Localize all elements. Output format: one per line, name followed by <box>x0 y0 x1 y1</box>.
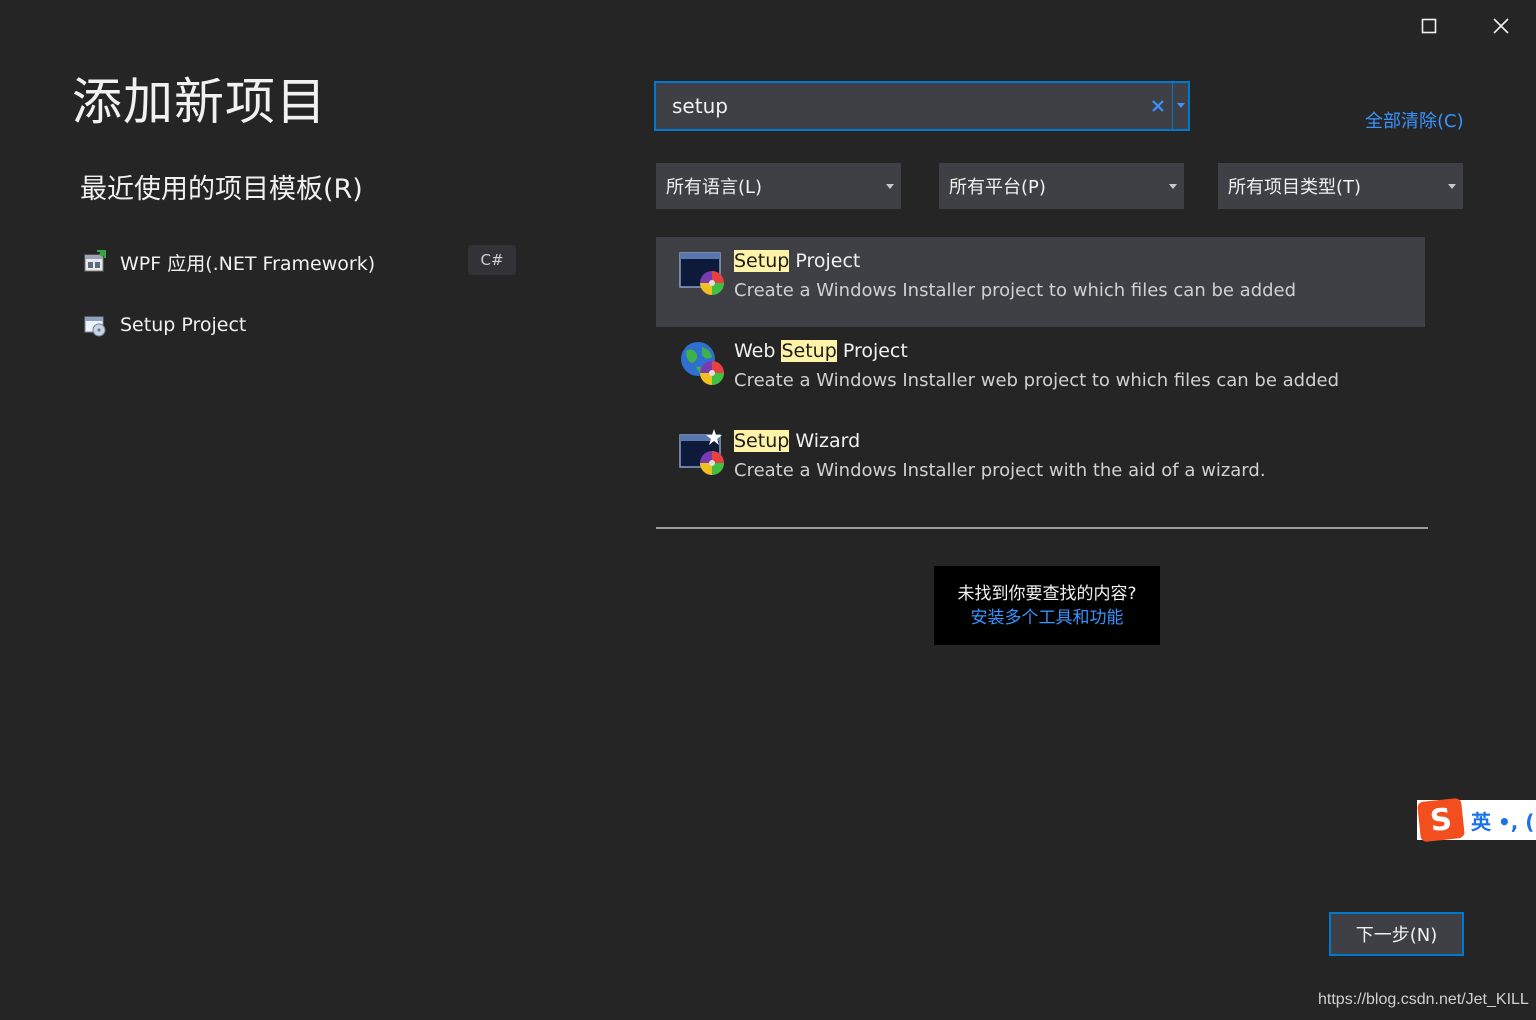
maximize-icon <box>1421 18 1437 34</box>
web-setup-project-icon <box>672 337 732 397</box>
results-divider <box>656 527 1428 529</box>
platform-filter-label: 所有平台(P) <box>949 177 1046 198</box>
template-result-setup-wizard[interactable]: Setup Wizard Create a Windows Installer … <box>656 417 1425 507</box>
template-result-web-setup-project[interactable]: Web Setup Project Create a Windows Insta… <box>656 327 1425 417</box>
search-clear-button[interactable] <box>1144 83 1172 129</box>
result-description: Create a Windows Installer project with … <box>734 460 1266 481</box>
result-name-prefix: Web <box>734 340 782 362</box>
install-tools-link[interactable]: 安装多个工具和功能 <box>971 606 1124 630</box>
result-name: Web Setup Project <box>734 337 1339 365</box>
setup-project-icon <box>672 247 732 307</box>
not-found-text: 未找到你要查找的内容? <box>957 583 1137 604</box>
recent-item-label: WPF 应用(.NET Framework) <box>120 252 376 275</box>
recent-item-setup-project[interactable]: Setup Project <box>80 307 520 343</box>
template-result-setup-project[interactable]: Setup Project Create a Windows Installer… <box>656 237 1425 327</box>
page-title: 添加新项目 <box>72 73 327 131</box>
sogou-logo-icon: S <box>1417 797 1465 843</box>
platform-filter[interactable]: 所有平台(P) <box>939 163 1184 209</box>
recent-templates-header: 最近使用的项目模板(R) <box>80 174 363 205</box>
chevron-down-icon <box>1162 183 1184 189</box>
language-badge: C# <box>468 245 516 275</box>
project-type-filter[interactable]: 所有项目类型(T) <box>1218 163 1463 209</box>
result-name-suffix: Wizard <box>789 430 861 452</box>
result-name: Setup Project <box>734 247 1296 275</box>
recent-item-wpf-app[interactable]: WPF 应用(.NET Framework) C# <box>80 244 520 280</box>
result-description: Create a Windows Installer web project t… <box>734 370 1339 391</box>
close-icon <box>1493 18 1509 34</box>
result-description: Create a Windows Installer project to wh… <box>734 280 1297 301</box>
search-highlight: Setup <box>734 250 790 272</box>
language-filter-label: 所有语言(L) <box>666 177 763 198</box>
wpf-app-icon <box>80 247 110 277</box>
search-box <box>654 81 1190 131</box>
language-filter[interactable]: 所有语言(L) <box>656 163 901 209</box>
watermark: https://blog.csdn.net/Jet_KILL <box>1318 991 1529 1008</box>
result-text: Web Setup Project Create a Windows Insta… <box>734 337 1339 397</box>
ime-toolbar[interactable]: S 英 •, ( <box>1417 797 1536 843</box>
setup-wizard-icon <box>672 427 732 487</box>
result-name: Setup Wizard <box>734 427 1266 455</box>
maximize-button[interactable] <box>1413 10 1445 42</box>
search-highlight: Setup <box>734 430 790 452</box>
project-type-filter-label: 所有项目类型(T) <box>1228 177 1362 198</box>
clear-icon <box>1152 100 1164 112</box>
result-text: Setup Project Create a Windows Installer… <box>734 247 1296 307</box>
search-input[interactable] <box>656 83 1144 129</box>
add-new-project-dialog: 添加新项目 最近使用的项目模板(R) WPF 应用(.NET Framework… <box>0 0 1536 1020</box>
search-history-dropdown[interactable] <box>1172 83 1188 129</box>
setup-project-icon <box>80 310 110 340</box>
search-highlight: Setup <box>781 340 837 362</box>
result-name-suffix: Project <box>789 250 861 272</box>
recent-item-label: Setup Project <box>120 314 247 336</box>
chevron-down-icon <box>879 183 901 189</box>
ime-mode-text: 英 •, ( <box>1471 809 1535 834</box>
result-name-suffix: Project <box>836 340 908 362</box>
chevron-down-icon <box>1176 103 1185 108</box>
not-found-panel: 未找到你要查找的内容? 安装多个工具和功能 <box>934 566 1160 645</box>
result-text: Setup Wizard Create a Windows Installer … <box>734 427 1266 487</box>
next-button[interactable]: 下一步(N) <box>1329 912 1464 956</box>
clear-all-link[interactable]: 全部清除(C) <box>1365 107 1464 133</box>
chevron-down-icon <box>1441 183 1463 189</box>
close-button[interactable] <box>1485 10 1517 42</box>
